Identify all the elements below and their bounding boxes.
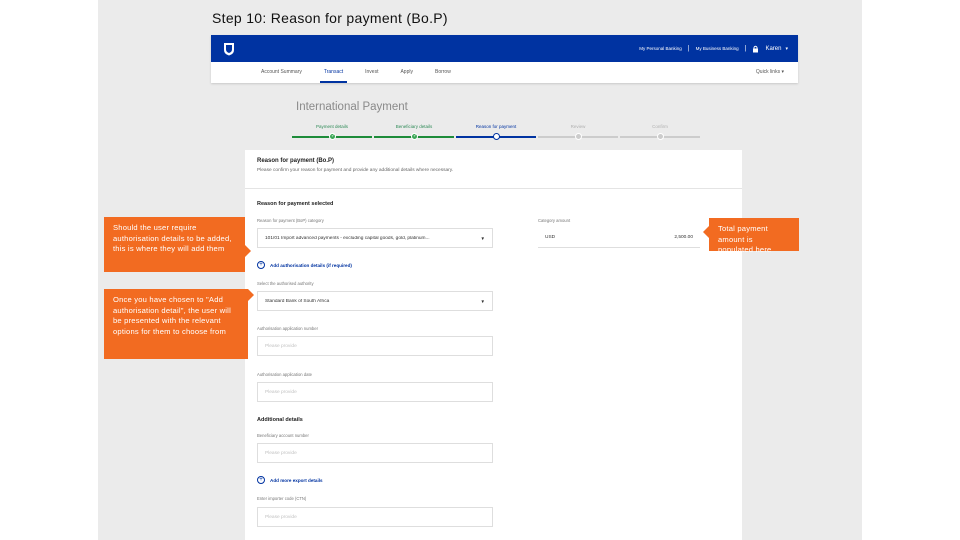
quick-links-label: Quick links	[755, 69, 781, 75]
caret-down-icon: ▼	[480, 298, 485, 304]
step-review: Review	[538, 124, 618, 140]
topbar-separator: |	[744, 45, 747, 52]
card-header: Reason for payment (Bo.P) Please confirm…	[245, 150, 742, 189]
plus-circle-icon: +	[257, 476, 265, 484]
callout-authorisation-details: Should the user require authorisation de…	[104, 217, 251, 272]
step-beneficiary-details[interactable]: Beneficiary details ✓	[374, 124, 454, 140]
nav-invest[interactable]: Invest	[365, 62, 378, 83]
section-title-additional: Additional details	[257, 417, 303, 423]
auth-date-label: Authorisation application date	[257, 372, 312, 377]
auth-date-input[interactable]: Please provide	[257, 382, 493, 402]
category-value: 101/01 Import advanced payments - exclud…	[265, 235, 430, 241]
bank-logo-icon[interactable]	[223, 42, 235, 56]
auth-date-placeholder: Please provide	[265, 389, 297, 395]
step-label: Confirm	[652, 124, 668, 129]
step-label: Review	[570, 124, 586, 129]
amount-label: Category amount	[538, 218, 571, 223]
category-select[interactable]: 101/01 Import advanced payments - exclud…	[257, 228, 493, 248]
chevron-down-icon: ▾	[781, 69, 784, 75]
beneficiary-account-placeholder: Please provide	[265, 450, 297, 456]
beneficiary-account-label: Beneficiary account number	[257, 433, 309, 438]
add-authorisation-link[interactable]: + Add authorisation details (if required…	[257, 261, 352, 269]
nav-borrow[interactable]: Borrow	[435, 62, 451, 83]
category-amount-field[interactable]: USD 2,500.00	[538, 228, 700, 248]
personal-banking-link[interactable]: My Personal Banking	[639, 46, 682, 51]
card-subtitle: Please confirm your reason for payment a…	[257, 168, 454, 173]
business-banking-link[interactable]: My Business Banking	[696, 46, 739, 51]
step-label: Reason for payment	[475, 124, 517, 129]
step-reason-for-payment[interactable]: Reason for payment	[456, 124, 536, 140]
progress-stepper: Payment details ✓ Beneficiary details ✓ …	[292, 124, 700, 144]
step-confirm: Confirm	[620, 124, 700, 140]
lock-icon	[752, 40, 759, 58]
step-label: Beneficiary details	[395, 124, 433, 129]
current-step-icon	[493, 133, 500, 140]
quick-links-menu[interactable]: Quick links ▾	[756, 62, 784, 83]
pending-step-icon	[575, 133, 582, 140]
amount-currency: USD	[545, 235, 556, 240]
auth-number-placeholder: Please provide	[265, 343, 297, 349]
nav-apply[interactable]: Apply	[400, 62, 413, 83]
plus-circle-icon: +	[257, 261, 265, 269]
user-menu[interactable]: Karen	[765, 46, 781, 52]
check-icon: ✓	[329, 133, 336, 140]
authoriser-select[interactable]: Standard Bank of South Africa ▼	[257, 291, 493, 311]
category-label: Reason for payment (BoP) category	[257, 218, 324, 223]
add-export-details-label: Add more export details	[270, 477, 323, 483]
topbar-separator: |	[687, 45, 690, 52]
pending-step-icon	[657, 133, 664, 140]
add-authorisation-label: Add authorisation details (if required)	[270, 262, 352, 268]
banking-app-header: My Personal Banking | My Business Bankin…	[211, 35, 798, 83]
add-export-details-link[interactable]: + Add more export details	[257, 476, 323, 484]
check-icon: ✓	[411, 133, 418, 140]
caret-down-icon: ▼	[480, 235, 485, 241]
top-bar: My Personal Banking | My Business Bankin…	[211, 35, 798, 62]
nav-account-summary[interactable]: Account Summary	[261, 62, 302, 83]
beneficiary-account-input[interactable]: Please provide	[257, 443, 493, 463]
authoriser-value: Standard Bank of South Africa	[265, 298, 330, 304]
callout-total-amount: Total payment amount is populated here	[703, 218, 799, 254]
importer-code-placeholder: Please provide	[265, 514, 297, 520]
step-label: Payment details	[315, 124, 349, 129]
reason-for-payment-card: Reason for payment (Bo.P) Please confirm…	[245, 150, 742, 540]
chevron-down-icon[interactable]: ▾	[785, 46, 788, 52]
sub-navigation: Account Summary Transact Invest Apply Bo…	[211, 62, 798, 83]
page-title: International Payment	[296, 101, 408, 113]
importer-code-label: Enter importer code (CTN)	[257, 496, 307, 501]
importer-code-input[interactable]: Please provide	[257, 507, 493, 527]
step-payment-details[interactable]: Payment details ✓	[292, 124, 372, 140]
callout-authorisation-options: Once you have chosen to "Add authorisati…	[104, 289, 254, 359]
authoriser-label: Select the authorised authority	[257, 281, 314, 286]
amount-value: 2,500.00	[674, 235, 693, 240]
nav-transact[interactable]: Transact	[319, 62, 348, 83]
section-title-selected: Reason for payment selected	[257, 201, 334, 207]
auth-number-label: Authorisation application number	[257, 326, 318, 331]
slide-title: Step 10: Reason for payment (Bo.P)	[212, 10, 448, 26]
auth-number-input[interactable]: Please provide	[257, 336, 493, 356]
card-title: Reason for payment (Bo.P)	[257, 158, 335, 164]
